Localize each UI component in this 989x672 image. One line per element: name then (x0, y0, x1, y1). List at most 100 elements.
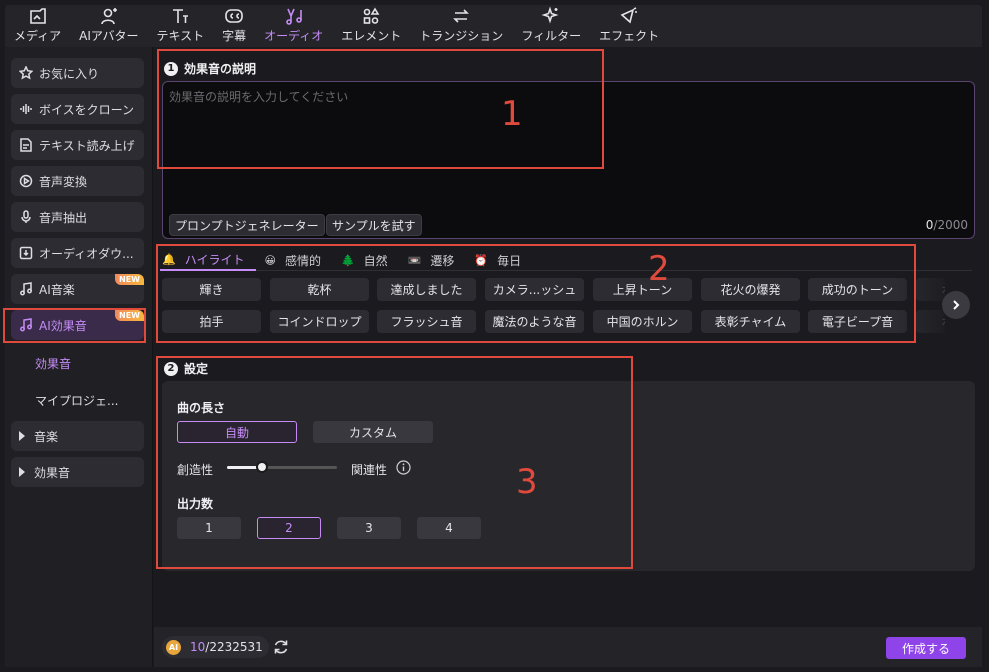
sidebar-item-label: ボイスをクローン (39, 102, 135, 117)
text-icon (173, 9, 189, 23)
toolbar-transition[interactable]: トランジション (410, 5, 512, 47)
sidebar-subitem-my-projects[interactable]: マイプロジェ... (35, 392, 118, 409)
create-button[interactable]: 作成する (886, 637, 966, 659)
preset-chip[interactable]: フラッシュ音 (377, 310, 476, 333)
preset-chip[interactable]: 輝き (162, 278, 261, 301)
preset-chip[interactable]: 花火の爆発 (701, 278, 800, 301)
effect-icon (620, 7, 638, 24)
sidebar-item-label: AI効果音 (39, 318, 87, 333)
toolbar-label: エレメント (341, 29, 402, 43)
preset-chip[interactable]: 表彰チャイム (701, 310, 800, 333)
tab-emotional[interactable]: 😀 感情的 (262, 249, 332, 271)
voice-change-icon (19, 174, 33, 188)
sidebar-item-favorites[interactable]: お気に入り (11, 58, 144, 88)
tape-icon: 📼 (407, 253, 422, 267)
settings-section-title: 2 設定 (164, 360, 208, 377)
toolbar-caption[interactable]: 字幕 (213, 5, 255, 47)
toolbar-label: AIアバター (79, 29, 139, 43)
toolbar-elements[interactable]: エレメント (332, 5, 410, 47)
sidebar-item-label: お気に入り (39, 66, 100, 81)
caption-icon (225, 9, 243, 23)
preset-chip[interactable]: 電子ビープ音 (808, 310, 907, 333)
length-custom-button[interactable]: カスタム (313, 421, 433, 443)
description-box: プロンプトジェネレーター サンプルを試す 0/2000 (162, 81, 975, 239)
transition-icon (453, 9, 470, 23)
sidebar-group-music[interactable]: 音楽 (11, 421, 144, 451)
preset-chip[interactable]: コインドロップ (270, 310, 369, 333)
sidebar-item-audio-extract[interactable]: 音声抽出 (11, 202, 144, 232)
sidebar-item-label: AI音楽 (39, 282, 75, 297)
sidebar-item-tts[interactable]: テキスト読み上げ (11, 130, 144, 160)
prompt-generator-button[interactable]: プロンプトジェネレーター (169, 214, 325, 236)
tab-label: ハイライト (184, 252, 245, 267)
download-icon (19, 246, 33, 260)
sidebar-item-audio-download[interactable]: オーディオダウ... (11, 238, 144, 268)
new-badge: NEW (115, 310, 144, 321)
toolbar-filter[interactable]: フィルター (512, 5, 590, 47)
chevron-right-icon (953, 300, 960, 310)
preset-chip[interactable]: ポップの (916, 278, 945, 301)
sidebar-item-label: オーディオダウ... (39, 246, 134, 261)
preset-chip[interactable]: 拍手 (162, 310, 261, 333)
toolbar-audio[interactable]: オーディオ (255, 5, 332, 47)
sidebar-item-ai-music[interactable]: AI音楽 NEW (11, 274, 144, 304)
sidebar-item-label: 音声抽出 (39, 210, 88, 225)
toolbar-label: テキスト (156, 29, 205, 43)
preset-chip[interactable]: 乾杯 (270, 278, 369, 301)
sidebar-item-voice-clone[interactable]: ボイスをクローン (11, 94, 144, 124)
tab-label: 自然 (363, 253, 388, 268)
tab-label: 毎日 (497, 253, 522, 268)
sidebar-group-sfx[interactable]: 効果音 (11, 457, 144, 487)
credits-total: /2232531 (205, 640, 263, 654)
audio-icon (285, 8, 302, 25)
output-count-option-3[interactable]: 3 (337, 517, 401, 539)
slider-thumb[interactable] (256, 461, 269, 473)
tab-nature[interactable]: 🌲 自然 (339, 249, 400, 271)
output-count-option-4[interactable]: 4 (417, 517, 481, 539)
output-count-option-2[interactable]: 2 (257, 517, 321, 539)
sidebar-item-ai-sfx[interactable]: AI効果音 NEW (11, 310, 144, 340)
elements-icon (363, 7, 380, 24)
waveform-icon (20, 104, 32, 114)
alarm-clock-icon: ⏰ (474, 253, 489, 267)
preset-chip[interactable]: 達成しました (377, 278, 476, 301)
category-tabs: 🔔 ハイライト 😀 感情的 🌲 自然 📼 遷移 ⏰ 毎日 (160, 249, 972, 271)
sfx-preset-chips: 輝き 乾杯 達成しました カメラ...ッシュ 上昇トーン 花火の爆発 成功のトー… (160, 277, 945, 333)
creativity-relevance-slider[interactable] (227, 461, 337, 473)
length-auto-button[interactable]: 自動 (177, 421, 297, 443)
caret-right-icon (19, 467, 25, 477)
media-icon (29, 8, 46, 24)
top-toolbar: メディア AIアバター テキスト 字幕 オーディオ エレメント トランジション … (5, 5, 982, 47)
toolbar-media[interactable]: メディア (5, 5, 70, 47)
preset-chip[interactable]: カメラ...ッシュ (485, 278, 584, 301)
step-number: 2 (164, 361, 178, 376)
sidebar-group-label: 音楽 (34, 429, 59, 444)
toolbar-ai-avatar[interactable]: AIアバター (70, 5, 147, 47)
toolbar-text[interactable]: テキスト (147, 5, 213, 47)
tab-label: 感情的 (284, 253, 321, 268)
refresh-icon[interactable] (272, 638, 290, 656)
toolbar-label: フィルター (521, 29, 582, 43)
chips-next-button[interactable] (942, 291, 970, 319)
try-sample-button[interactable]: サンプルを試す (326, 214, 422, 236)
preset-chip[interactable]: 成功のトーン (808, 278, 907, 301)
preset-chip[interactable]: 上昇トーン (593, 278, 692, 301)
creativity-label: 創造性 (177, 463, 214, 477)
preset-chip[interactable]: 中国のホルン (593, 310, 692, 333)
bottom-bar: AI 10 /2232531 作成する (154, 627, 982, 667)
toolbar-effect[interactable]: エフェクト (590, 5, 668, 47)
preset-chip[interactable]: ポップア (916, 310, 945, 333)
tts-icon (20, 138, 32, 152)
sidebar-item-voice-changer[interactable]: 音声変換 (11, 166, 144, 196)
sidebar-group-label: 効果音 (34, 465, 71, 480)
tab-highlight[interactable]: 🔔 ハイライト (160, 249, 257, 271)
description-input[interactable] (169, 88, 959, 198)
info-icon[interactable] (396, 460, 411, 475)
preset-chip[interactable]: 魔法のような音 (485, 310, 584, 333)
tab-daily[interactable]: ⏰ 毎日 (472, 249, 533, 271)
sidebar-subitem-sfx[interactable]: 効果音 (35, 355, 71, 372)
description-title: 効果音の説明 (184, 62, 257, 76)
tab-transition[interactable]: 📼 遷移 (406, 249, 467, 271)
caret-right-icon (19, 431, 25, 441)
output-count-option-1[interactable]: 1 (177, 517, 241, 539)
